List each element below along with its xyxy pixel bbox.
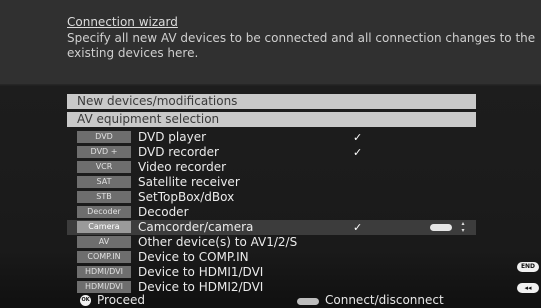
device-tag: HDMI/DVI — [77, 266, 131, 278]
device-row[interactable]: AV Other device(s) to AV1/2/S — [67, 235, 476, 250]
device-row[interactable]: DVD + DVD recorder ✓ — [67, 145, 476, 160]
device-name: Device to HDMI2/DVI — [138, 280, 264, 294]
rewind-back-button[interactable]: ◂◂ — [517, 283, 539, 293]
device-name: Decoder — [138, 205, 189, 219]
device-tag: DVD — [77, 131, 131, 143]
device-row[interactable]: Camera Camcorder/camera ✓ ▴ ▾ — [67, 220, 476, 235]
device-tag: VCR — [77, 161, 131, 173]
device-name: Device to COMP.IN — [138, 250, 249, 264]
device-name: DVD recorder — [138, 145, 219, 159]
device-row[interactable]: COMP.IN Device to COMP.IN — [67, 250, 476, 265]
device-tag: HDMI/DVI — [77, 281, 131, 293]
checkmark-icon[interactable]: ✓ — [353, 147, 364, 158]
section-new-devices[interactable]: New devices/modifications — [67, 94, 476, 109]
device-name: Device to HDMI1/DVI — [138, 265, 264, 279]
device-tag: DVD + — [77, 146, 131, 158]
up-down-arrows-icon[interactable]: ▴ ▾ — [459, 220, 467, 235]
device-name: Satellite receiver — [138, 175, 240, 189]
device-name: Camcorder/camera — [138, 220, 254, 234]
device-name: DVD player — [138, 130, 207, 144]
connect-toggle-icon[interactable] — [297, 298, 319, 305]
checkmark-icon[interactable]: ✓ — [353, 132, 364, 143]
device-row[interactable]: HDMI/DVI Device to HDMI1/DVI — [67, 265, 476, 280]
device-tag: SAT — [77, 176, 131, 188]
device-tag: Camera — [77, 221, 131, 233]
device-row[interactable]: DVD DVD player ✓ — [67, 130, 476, 145]
device-tag: STB — [77, 191, 131, 203]
ok-button-icon[interactable]: OK — [80, 295, 91, 306]
checkmark-icon[interactable]: ✓ — [353, 222, 364, 233]
device-name: SetTopBox/dBox — [138, 190, 235, 204]
device-name: Other device(s) to AV1/2/S — [138, 235, 298, 249]
device-list: DVD DVD player ✓ DVD + DVD recorder ✓ VCR Video… — [67, 130, 476, 295]
wizard-description: Specify all new AV devices to be connect… — [67, 31, 536, 60]
proceed-label[interactable]: Proceed — [97, 293, 145, 308]
wizard-header: Connection wizard Specify all new AV dev… — [0, 0, 541, 84]
device-row[interactable]: STB SetTopBox/dBox — [67, 190, 476, 205]
device-tag: Decoder — [77, 206, 131, 218]
end-button[interactable]: END — [517, 262, 539, 272]
device-row[interactable]: VCR Video recorder — [67, 160, 476, 175]
device-name: Video recorder — [138, 160, 227, 174]
device-row[interactable]: Decoder Decoder — [67, 205, 476, 220]
connect-disconnect-label[interactable]: Connect/disconnect — [325, 293, 444, 308]
device-tag: COMP.IN — [77, 251, 131, 263]
tv-screen: Connection wizard Specify all new AV dev… — [0, 0, 541, 308]
device-row[interactable]: SAT Satellite receiver — [67, 175, 476, 190]
toggle-pill-icon[interactable] — [430, 224, 452, 231]
device-tag: AV — [77, 236, 131, 248]
section-av-selection: AV equipment selection — [67, 112, 476, 127]
wizard-title: Connection wizard — [67, 15, 178, 29]
